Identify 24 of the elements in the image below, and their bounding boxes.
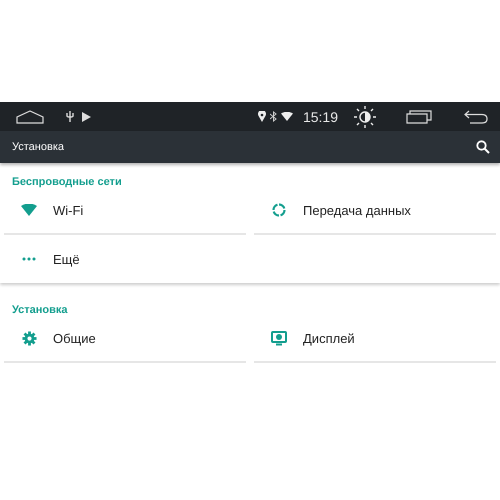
settings-item[interactable]: Дисплей [254,315,496,363]
section-header: Установка [11,303,69,315]
monitor-icon [271,330,287,346]
settings-item[interactable]: Общие [4,315,246,363]
settings-icon [22,330,36,346]
settings-item[interactable]: Передача данных [254,187,496,235]
play-icon [82,112,91,122]
more-icon [22,257,36,261]
settings-item[interactable]: Wi-Fi [4,187,246,235]
toolbar-title: Установка [12,141,65,153]
section-header: Беспроводные сети [11,175,123,187]
settings-item[interactable]: Ещё [4,235,246,283]
recents-icon[interactable] [406,110,432,124]
usb-icon [66,111,74,122]
wifi-icon [280,112,293,121]
search-icon[interactable] [476,140,490,154]
bluetooth-icon [270,111,277,122]
wifi-icon [21,204,37,216]
location-icon [258,111,266,122]
back-icon[interactable] [464,110,488,124]
clock: 15:19 [302,108,338,124]
home-icon[interactable] [16,110,44,124]
brightness-icon[interactable] [354,106,376,128]
loading-circle-icon [272,203,286,217]
